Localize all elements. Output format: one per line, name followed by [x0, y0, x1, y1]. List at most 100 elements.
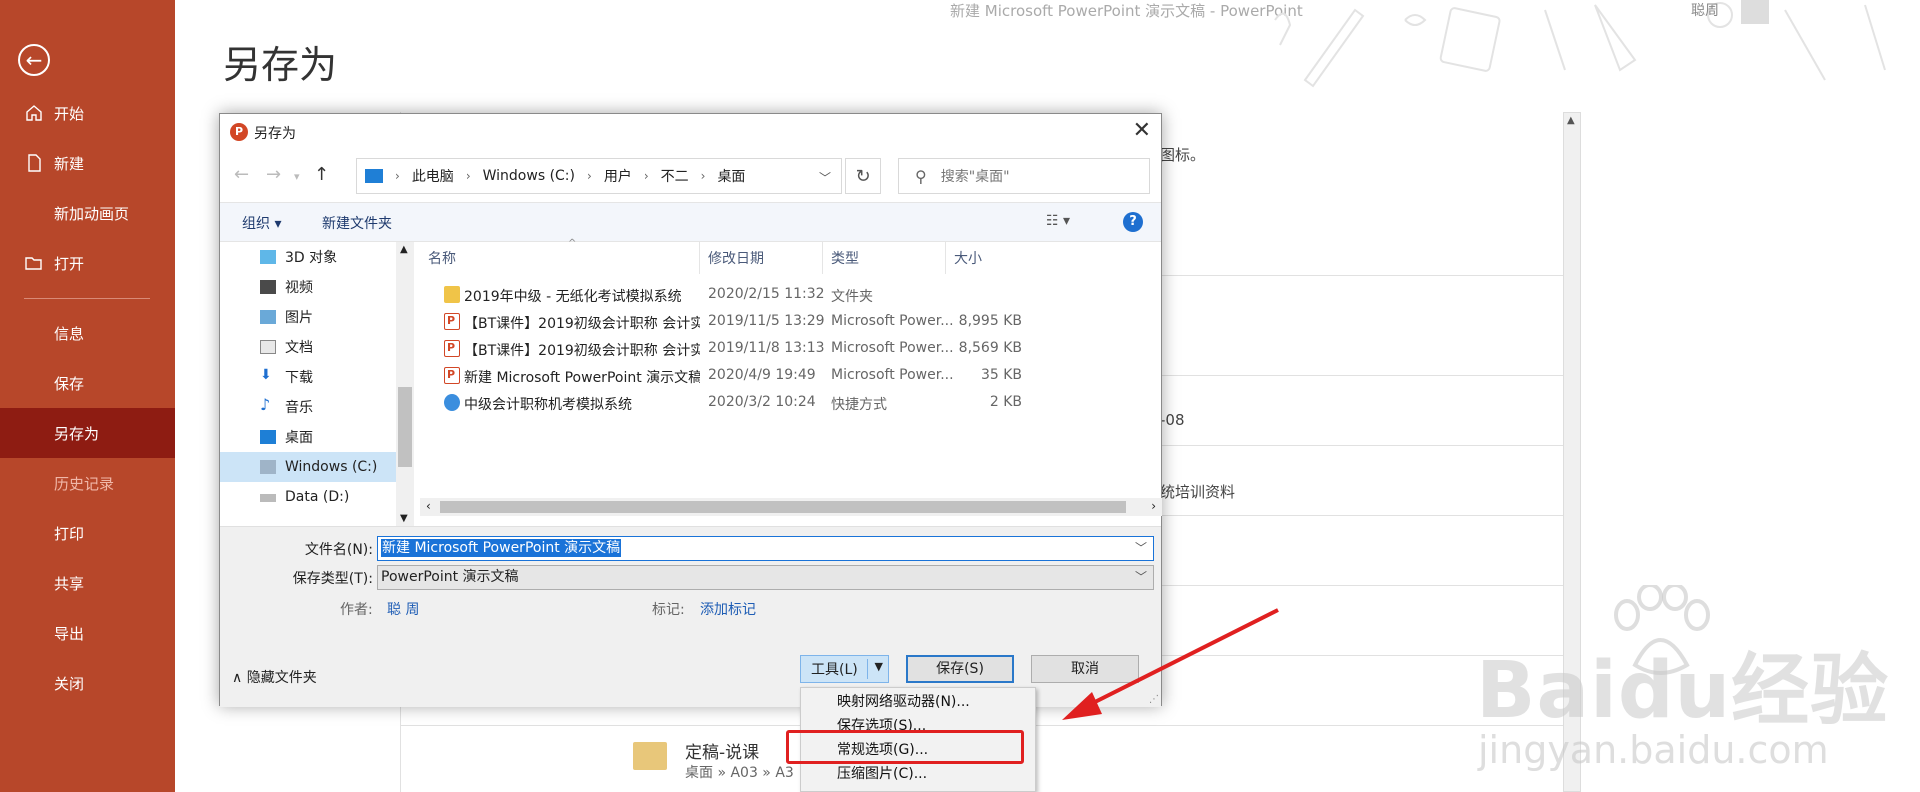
file-row[interactable]: 【BT课件】2019初级会计职称 会计实务... 2019/11/5 13:29… [420, 309, 1162, 336]
close-icon[interactable]: ✕ [1133, 118, 1151, 143]
breadcrumb-separator-icon[interactable]: › [466, 169, 471, 183]
recent-folder-path: 桌面 » A03 » A3 [685, 765, 794, 781]
scroll-thumb[interactable] [440, 501, 1126, 513]
account-name[interactable]: 聪周 [1691, 0, 1719, 20]
recent-locations-icon[interactable]: ▾ [294, 170, 300, 183]
column-header-type[interactable]: 类型 [823, 242, 946, 274]
avatar[interactable] [1741, 0, 1769, 24]
tools-button[interactable]: 工具(L) ▼ [800, 655, 889, 683]
back-arrow-icon[interactable]: ← [18, 44, 50, 76]
sort-ascending-icon: ^ [568, 238, 577, 249]
file-row[interactable]: 2019年中级 - 无纸化考试模拟系统 2020/2/15 11:32 文件夹 [420, 282, 1162, 309]
open-folder-icon [25, 257, 42, 270]
column-header-size[interactable]: 大小 [946, 242, 1046, 274]
breadcrumb-separator-icon[interactable]: › [587, 169, 592, 183]
filetype-select[interactable]: PowerPoint 演示文稿 ﹀ [377, 565, 1154, 590]
horizontal-scrollbar[interactable]: ‹ › [420, 498, 1162, 516]
tree-item-desktop[interactable]: 桌面 [220, 422, 396, 452]
filename-input[interactable]: 新建 Microsoft PowerPoint 演示文稿 ﹀ [377, 536, 1154, 561]
tags-value[interactable]: 添加标记 [700, 599, 756, 619]
decorative-doodle-banner [1274, 2, 1886, 88]
pictures-icon [260, 310, 276, 324]
breadcrumb-item[interactable]: 不二 [661, 166, 689, 186]
tree-item-videos[interactable]: 视频 [220, 272, 396, 302]
file-row[interactable]: 新建 Microsoft PowerPoint 演示文稿 2020/4/9 19… [420, 363, 1162, 390]
file-date: 2020/4/9 19:49 [708, 367, 816, 383]
scroll-thumb[interactable] [398, 387, 412, 467]
nav-export[interactable]: 导出 [0, 608, 175, 658]
tree-item-downloads[interactable]: ⬇ 下载 [220, 362, 396, 392]
hide-folders-toggle[interactable]: ∧ 隐藏文件夹 [232, 667, 317, 687]
breadcrumb[interactable]: › 此电脑 › Windows (C:) › 用户 › 不二 › 桌面 ﹀ [356, 158, 842, 194]
nav-info[interactable]: 信息 [0, 308, 175, 358]
file-row[interactable]: 【BT课件】2019初级会计职称 会计实务... 2019/11/8 13:13… [420, 336, 1162, 363]
tree-item-music[interactable]: ♪ 音乐 [220, 392, 396, 422]
nav-print[interactable]: 打印 [0, 508, 175, 558]
tree-item-data-d[interactable]: Data (D:) [220, 482, 396, 512]
nav-home-label: 开始 [54, 104, 85, 123]
breadcrumb-separator-icon[interactable]: › [644, 169, 649, 183]
file-date: 2019/11/5 13:29 [708, 313, 825, 329]
folder-icon [633, 742, 667, 770]
up-folder-icon[interactable]: ↑ [314, 164, 329, 185]
file-date: 2020/2/15 11:32 [708, 286, 825, 302]
tree-item-3d-objects[interactable]: 3D 对象 [220, 242, 396, 272]
nav-close[interactable]: 关闭 [0, 658, 175, 708]
chevron-down-icon[interactable]: ﹀ [819, 169, 831, 186]
tree-item-documents[interactable]: 文档 [220, 332, 396, 362]
file-size: 2 KB [989, 394, 1022, 410]
scroll-up-arrow-icon[interactable]: ▲ [1567, 115, 1575, 126]
breadcrumb-item[interactable]: 桌面 [717, 166, 745, 186]
file-list: 名称 ^ 修改日期 类型 大小 2019年中级 - 无纸化考试模拟系统 2020/… [420, 238, 1162, 526]
chevron-down-icon[interactable]: ﹀ [1135, 566, 1147, 589]
column-header-date[interactable]: 修改日期 [700, 242, 823, 274]
tree-item-pictures[interactable]: 图片 [220, 302, 396, 332]
window-title: 新建 Microsoft PowerPoint 演示文稿 - PowerPoin… [950, 2, 1303, 20]
search-input[interactable]: ⚲ 搜索"桌面" [898, 158, 1150, 194]
breadcrumb-separator-icon[interactable]: › [701, 169, 706, 183]
column-header-name[interactable]: 名称 ^ [420, 238, 700, 274]
organize-button[interactable]: 组织 ▾ [242, 213, 281, 233]
forward-icon[interactable]: → [266, 164, 281, 185]
breadcrumb-item[interactable]: 此电脑 [412, 166, 454, 186]
file-row[interactable]: 中级会计职称机考模拟系统 2020/3/2 10:24 快捷方式 2 KB [420, 390, 1162, 417]
menu-item-compress-pictures[interactable]: 压缩图片(C)... [801, 762, 1035, 786]
breadcrumb-item[interactable]: 用户 [604, 166, 632, 186]
view-options-icon[interactable]: ☷ ▾ [1046, 213, 1070, 229]
refresh-icon[interactable]: ↻ [845, 158, 881, 194]
tags-label: 标记: [652, 602, 685, 618]
chevron-down-icon[interactable]: ﹀ [1135, 537, 1147, 560]
nav-save-as[interactable]: 另存为 [0, 408, 175, 458]
help-icon[interactable]: ? [1123, 212, 1143, 232]
tree-item-windows-c[interactable]: Windows (C:) [220, 452, 396, 482]
file-type: Microsoft Power... [831, 340, 954, 356]
search-icon: ⚲ [915, 166, 927, 186]
nav-save-label: 保存 [54, 374, 85, 393]
back-icon[interactable]: ← [234, 164, 249, 185]
author-label: 作者: [340, 602, 373, 618]
author-value[interactable]: 聪 周 [387, 599, 419, 619]
nav-home[interactable]: 开始 [0, 88, 175, 138]
chevron-up-icon: ∧ [232, 670, 243, 686]
dropdown-arrow-icon[interactable]: ▼ [875, 660, 883, 673]
save-button[interactable]: 保存(S) [906, 655, 1014, 683]
nav-add-animation-page[interactable]: 新加动画页 [0, 188, 175, 238]
recent-folder-name[interactable]: 定稿-说课 [685, 738, 759, 763]
watermark-url: jingyan.baidu.com [1478, 728, 1829, 772]
dialog-titlebar[interactable]: P 另存为 ✕ [220, 114, 1161, 150]
3d-objects-icon [260, 250, 276, 264]
breadcrumb-item[interactable]: Windows (C:) [483, 168, 575, 184]
breadcrumb-separator-icon[interactable]: › [395, 169, 400, 183]
tree-scrollbar[interactable]: ▲ ▼ [396, 242, 414, 526]
scroll-down-icon[interactable]: ▼ [400, 513, 408, 524]
scroll-left-icon[interactable]: ‹ [426, 499, 431, 513]
nav-share[interactable]: 共享 [0, 558, 175, 608]
nav-save[interactable]: 保存 [0, 358, 175, 408]
nav-new[interactable]: 新建 [0, 138, 175, 188]
scroll-up-icon[interactable]: ▲ [400, 244, 408, 255]
tree-item-label: 3D 对象 [285, 250, 338, 266]
nav-open[interactable]: 打开 [0, 238, 175, 288]
new-folder-button[interactable]: 新建文件夹 [322, 213, 392, 233]
menu-item-map-network-drive[interactable]: 映射网络驱动器(N)... [801, 690, 1035, 714]
scroll-right-icon[interactable]: › [1151, 499, 1156, 513]
